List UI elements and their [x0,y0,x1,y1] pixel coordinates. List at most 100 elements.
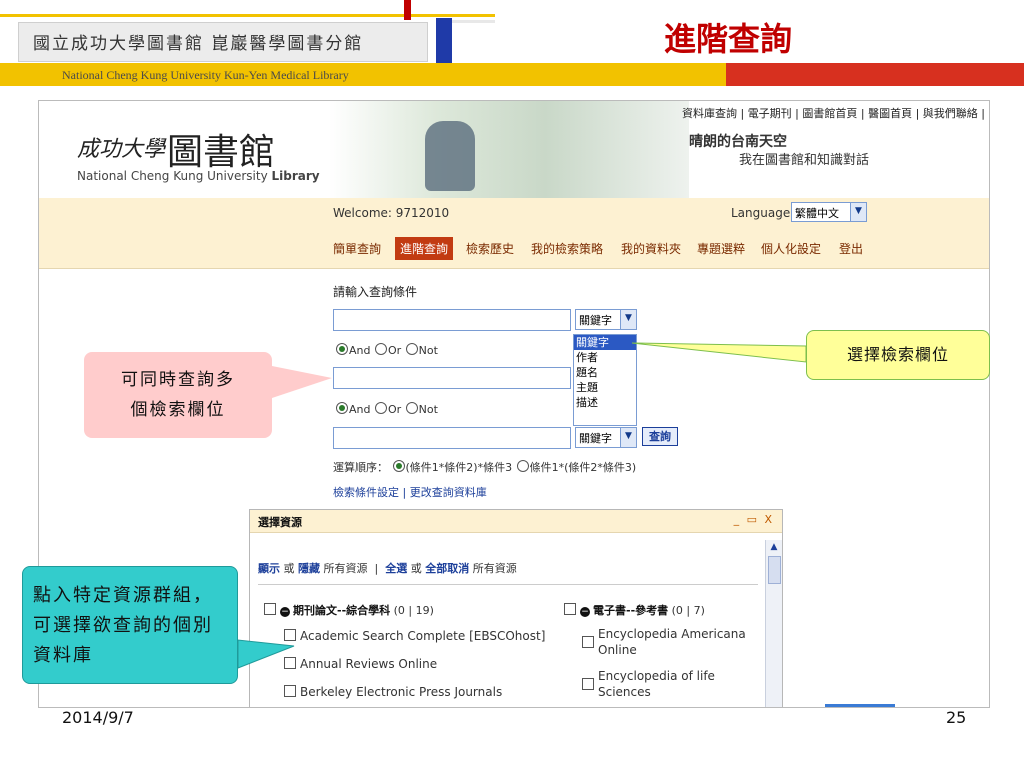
resource-checkbox[interactable] [284,685,296,697]
scroll-thumb[interactable] [768,556,781,584]
nav-my-folder[interactable]: 我的資料夾 [621,240,681,257]
logo-english-prefix: National Cheng Kung University [77,169,272,183]
callout-multi-field-line1: 可同時查詢多 [121,370,235,390]
dropdown-option-subject[interactable]: 主題 [574,380,636,395]
resource-item[interactable]: Encyclopedia Americana Online [582,626,766,658]
top-link-ejournal[interactable]: 電子期刊 [748,107,792,120]
radio-and-2[interactable] [336,402,348,414]
header-red-accent [404,0,411,20]
bool-and-label: And [349,344,371,357]
nav-logout[interactable]: 登出 [839,240,863,257]
nav-search-history[interactable]: 檢索歷史 [466,240,514,257]
resource-checkbox[interactable] [582,678,594,690]
bool-or-label: Or [387,403,402,416]
nav-sdi[interactable]: 專題選粹 [697,240,745,257]
link-separator: | [402,486,407,499]
callout-resource-group: 點入特定資源群組，可選擇欲查詢的個別資料庫 [22,566,238,684]
resource-label: Encyclopedia Americana Online [598,627,746,657]
field-select-3-value: 關鍵字 [579,432,612,445]
slide-title: 進階查詢 [664,20,793,58]
radio-not-2[interactable] [405,402,418,414]
resource-checkbox[interactable] [284,629,296,641]
top-link-contact[interactable]: 與我們聯絡 [923,107,978,120]
language-label: Language: [731,206,795,220]
radio-order-1[interactable] [392,460,405,472]
field-select-1[interactable]: 關鍵字 ▼ [575,309,637,330]
banner-person-figure [425,121,475,191]
group-ebooks-checkbox[interactable] [564,603,576,615]
top-link-medlib[interactable]: 醫圖首頁 [868,107,912,120]
resource-item[interactable]: Berkeley Electronic Press Journals [284,684,502,700]
language-value: 繁體中文 [795,207,839,220]
scroll-up-icon[interactable]: ▲ [767,540,781,554]
bool-or-label: Or [387,344,402,357]
bool-and-label: And [349,403,371,416]
group-ebooks-name: 電子書--參考書 [593,604,669,617]
radio-or-2[interactable] [374,402,387,414]
welcome-band: Welcome: 9712010 Language: 繁體中文 ▼ 簡單查詢 進階… [39,198,989,269]
show-all-link[interactable]: 顯示 [258,562,280,575]
header-gray-stripe [452,20,495,23]
chevron-down-icon[interactable]: ▼ [850,203,866,221]
panel-title-bar: 選擇資源 _ ▭ X [250,510,782,533]
collapse-icon[interactable]: − [280,607,290,617]
panel-scrollbar[interactable]: ▲ [765,540,782,707]
header-top-line [0,14,495,17]
top-link-db[interactable]: 資料庫查詢 [682,107,737,120]
nav-my-strategies[interactable]: 我的檢索策略 [531,240,603,257]
link-search-settings[interactable]: 檢索條件設定 [333,486,399,499]
bool-not-label: Not [418,344,438,357]
field-select-1-value: 關鍵字 [579,314,612,327]
collapse-icon[interactable]: − [580,607,590,617]
dropdown-option-title[interactable]: 題名 [574,365,636,380]
dropdown-option-keyword[interactable]: 關鍵字 [574,335,636,350]
select-all-link[interactable]: 全選 [385,562,407,575]
search-button[interactable]: 查詢 [642,427,678,446]
group-ebooks[interactable]: − 電子書--參考書 (0 | 7) [564,602,705,618]
dropdown-option-description[interactable]: 描述 [574,395,636,410]
panel-actions: 顯示 或 隱藏 所有資源 | 全選 或 全部取消 所有資源 [258,560,517,576]
group-ebooks-count: (0 | 7) [671,604,705,617]
deselect-all-link[interactable]: 全部取消 [425,562,469,575]
logo-english-bold: Library [271,169,320,183]
resource-item[interactable]: Annual Reviews Online [284,656,437,672]
hide-all-link[interactable]: 隱藏 [298,562,320,575]
site-banner-image [329,101,689,198]
field-select-3[interactable]: 關鍵字 ▼ [575,427,637,448]
radio-and-1[interactable] [336,343,348,355]
header-library-name-en: National Cheng Kung University Kun-Yen M… [62,68,349,82]
nav-advanced-search[interactable]: 進階查詢 [395,237,454,260]
logo-calligraphy: 圖書館 [167,132,276,173]
dropdown-option-author[interactable]: 作者 [574,350,636,365]
language-select[interactable]: 繁體中文 ▼ [791,202,867,222]
query-input-2[interactable] [333,367,571,389]
chevron-down-icon[interactable]: ▼ [620,310,636,329]
resource-checkbox[interactable] [284,657,296,669]
resource-item[interactable]: Academic Search Complete [EBSCOhost] [284,628,545,644]
all-resources-text: 所有資源 [472,562,517,575]
resource-checkbox[interactable] [582,636,594,648]
divider-text: | [374,562,379,575]
top-link-home[interactable]: 圖書館首頁 [802,107,857,120]
group-journals[interactable]: − 期刊論文--綜合學科 (0 | 19) [264,602,434,618]
panel-window-controls[interactable]: _ ▭ X [734,513,774,526]
group-journals-checkbox[interactable] [264,603,276,615]
header-red-bar [726,63,1024,86]
slogan-line-1: 晴朗的台南天空 [689,134,787,150]
resource-item[interactable]: Encyclopedia of life Sciences [582,668,766,700]
group-journals-name: 期刊論文--綜合學科 [293,604,391,617]
radio-or-1[interactable] [374,343,387,355]
query-input-1[interactable] [333,309,571,331]
query-input-3[interactable] [333,427,571,449]
nav-simple-search[interactable]: 簡單查詢 [333,240,381,257]
footer-page-number: 25 [946,708,967,727]
bool-not-label: Not [418,403,438,416]
radio-not-1[interactable] [405,343,418,355]
order-label: 運算順序： [333,461,388,474]
or-text: 或 [410,562,422,575]
link-change-database[interactable]: 更改查詢資料庫 [410,486,487,499]
chevron-down-icon[interactable]: ▼ [620,428,636,447]
radio-order-2[interactable] [516,460,529,472]
footer-date: 2014/9/7 [62,708,134,727]
nav-personal-settings[interactable]: 個人化設定 [761,240,821,257]
